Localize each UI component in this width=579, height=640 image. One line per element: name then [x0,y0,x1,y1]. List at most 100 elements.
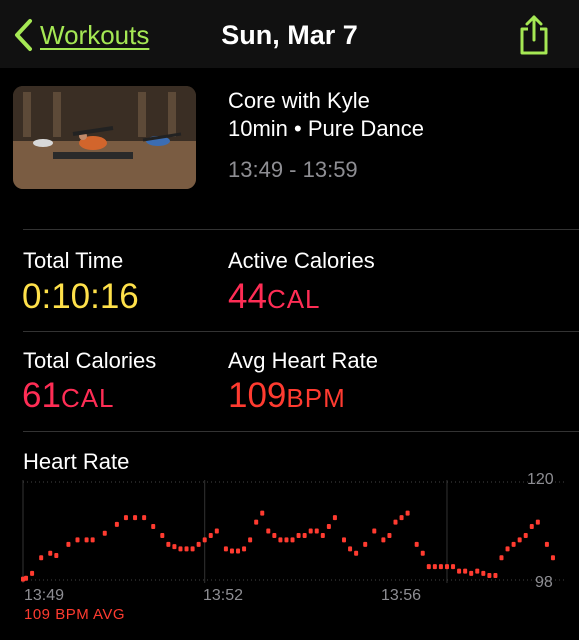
heart-rate-point [342,537,347,543]
total-calories-value: 61CAL [22,376,115,415]
heart-rate-point [438,564,443,570]
heart-rate-point [444,564,449,570]
divider [23,229,579,230]
divider [23,331,579,332]
heart-rate-point [511,541,516,547]
navigation-bar: Workouts Sun, Mar 7 [0,0,579,68]
heart-rate-point [387,532,392,538]
heart-rate-point [493,573,498,579]
heart-rate-point [151,524,156,530]
heart-rate-point [254,519,259,525]
heart-rate-point [172,544,177,550]
heart-rate-point [308,528,313,534]
heart-rate-point [523,532,528,538]
heart-rate-point [426,564,431,570]
heart-rate-point [223,546,228,552]
heart-rate-point [302,532,307,538]
avg-heart-rate-value: 109BPM [228,376,346,415]
workout-thumbnail[interactable] [13,86,196,189]
heart-rate-chart[interactable] [0,470,579,610]
heart-rate-point [84,537,89,543]
heart-rate-point [142,515,147,521]
heart-rate-point [469,570,474,576]
heart-rate-point [114,521,119,527]
heart-rate-point [414,541,419,547]
heart-rate-point [102,530,107,536]
avg-heart-rate-label: Avg Heart Rate [228,348,379,373]
heart-rate-point [133,515,138,521]
heart-rate-point [202,537,207,543]
heart-rate-point [190,546,195,552]
heart-rate-point [517,537,522,543]
y-axis-min-label: 98 [535,574,553,591]
heart-rate-point [90,537,95,543]
heart-rate-point [363,541,368,547]
heart-rate-point [196,541,201,547]
heart-rate-point [405,510,410,516]
heart-rate-point [242,546,247,552]
heart-rate-avg-label: 109 BPM AVG [24,606,126,623]
share-icon [520,15,548,55]
heart-rate-point [166,541,171,547]
heart-rate-point [487,573,492,579]
divider [23,431,579,432]
total-time-label: Total Time [23,248,124,273]
heart-rate-point [39,555,44,561]
heart-rate-point [208,532,213,538]
heart-rate-point [535,519,540,525]
heart-rate-point [123,515,128,521]
share-button[interactable] [517,14,551,61]
y-axis-max-label: 120 [527,471,554,488]
page-title: Sun, Mar 7 [221,20,358,50]
heart-rate-point [66,541,71,547]
heart-rate-point [348,546,353,552]
workout-time-range: 13:49 - 13:59 [228,157,358,182]
heart-rate-point [420,550,425,556]
heart-rate-point [393,519,398,525]
heart-rate-point [451,564,456,570]
total-calories-label: Total Calories [23,348,157,373]
active-calories-value: 44CAL [228,277,321,316]
heart-rate-point [457,568,462,574]
heart-rate-point [260,510,265,516]
heart-rate-point [326,524,331,530]
heart-rate-point [372,528,377,534]
heart-rate-point [529,524,534,530]
workout-title: Core with Kyle [228,88,370,113]
heart-rate-point [272,532,277,538]
heart-rate-point [463,568,468,574]
active-calories-label: Active Calories [228,248,375,273]
heart-rate-point [178,546,183,552]
heart-rate-point [481,570,486,576]
heart-rate-point [236,548,241,554]
heart-rate-point [24,575,29,581]
heart-rate-point [332,515,337,521]
heart-rate-point [475,568,480,574]
heart-rate-point [544,541,549,547]
heart-rate-point [248,537,253,543]
heart-rate-point [354,550,359,556]
heart-rate-point [296,532,301,538]
heart-rate-point [184,546,189,552]
heart-rate-point [320,532,325,538]
heart-rate-point [30,570,35,576]
x-axis-label-mid: 13:52 [203,587,244,604]
heart-rate-point [381,537,386,543]
total-time-value: 0:10:16 [22,277,139,316]
heart-rate-point [48,550,53,556]
workout-subtitle: 10min • Pure Dance [228,116,425,141]
heart-rate-point [284,537,289,543]
heart-rate-point [499,555,504,561]
heart-rate-point [266,528,271,534]
heart-rate-point [314,528,319,534]
heart-rate-point [229,548,234,554]
heart-rate-point [432,564,437,570]
x-axis-label-start: 13:49 [24,587,65,604]
heart-rate-point [278,537,283,543]
heart-rate-point [75,537,80,543]
heart-rate-point [399,515,404,521]
heart-rate-point [290,537,295,543]
heart-rate-point [54,553,59,558]
heart-rate-point [550,555,555,561]
heart-rate-point [505,546,510,552]
